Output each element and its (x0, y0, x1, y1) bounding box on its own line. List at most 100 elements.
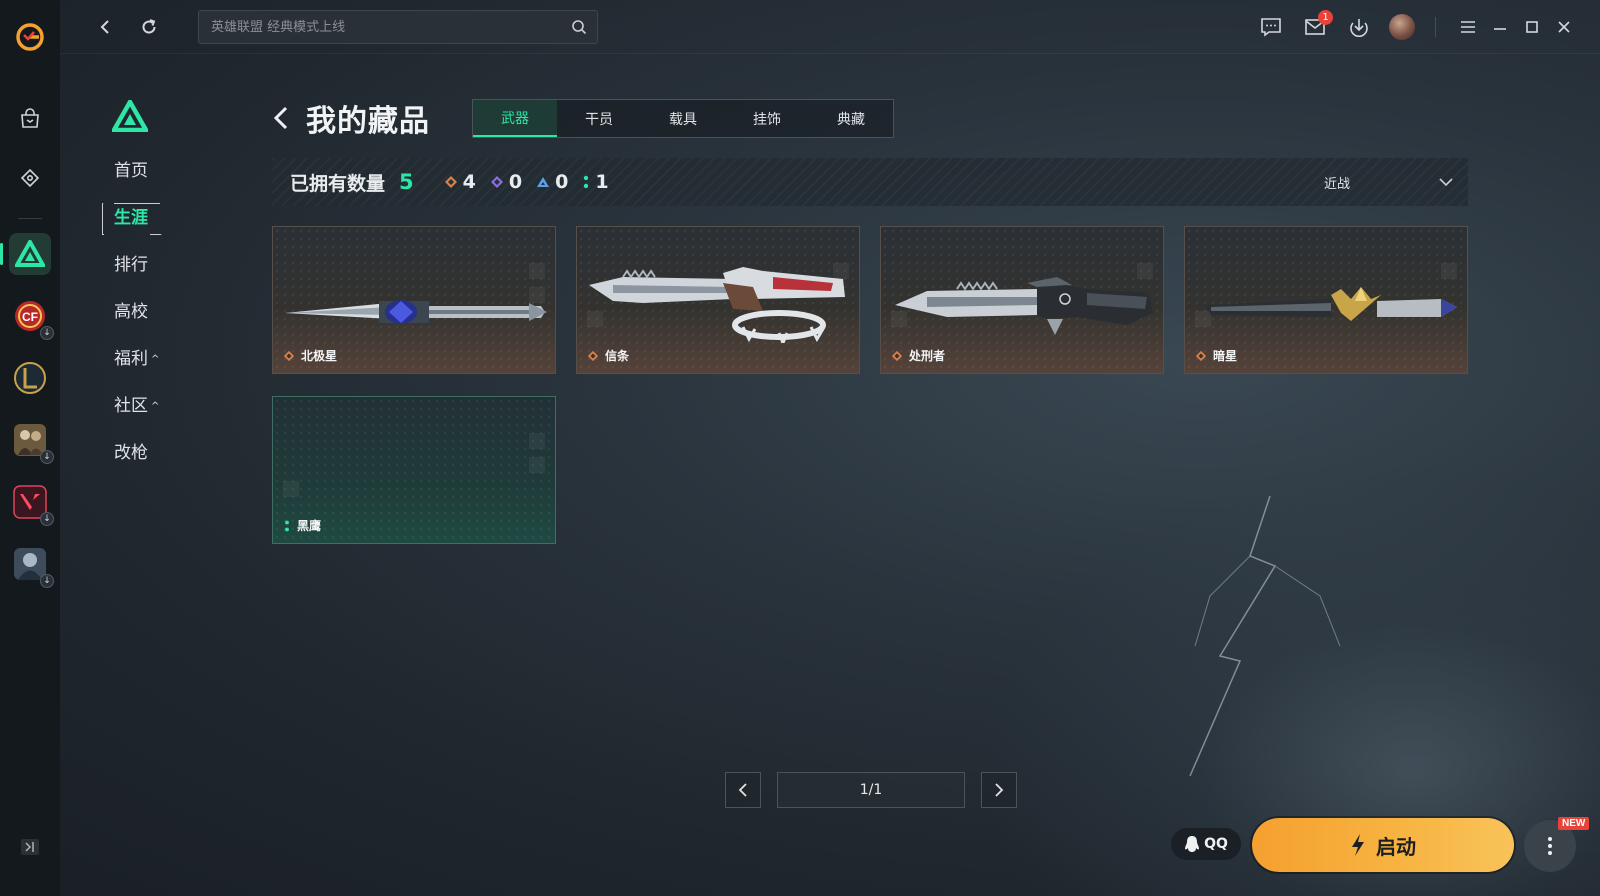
subnav-item-gunsmith[interactable]: 改枪 (102, 438, 160, 468)
subnav-item-career[interactable]: 生涯 (102, 203, 160, 233)
toolbar-divider (1435, 17, 1436, 37)
download-badge-icon: ↓ (40, 326, 54, 340)
owned-count-label: 已拥有数量 (290, 172, 386, 195)
knife-image (285, 300, 547, 324)
user-avatar[interactable] (1389, 14, 1415, 40)
game-pubg[interactable]: ↓ (9, 419, 54, 464)
wegame-logo-icon[interactable] (15, 22, 45, 52)
launch-button[interactable]: 启动 (1252, 818, 1514, 872)
subnav-item-community[interactable]: 社区 ^ (102, 391, 171, 421)
tab-charms[interactable]: 挂饰 (725, 100, 809, 137)
game-crossfire[interactable]: CF ↓ (9, 295, 54, 340)
more-vertical-icon (1548, 837, 1552, 855)
qq-login-button[interactable]: QQ (1171, 828, 1241, 860)
category-filter-dropdown[interactable]: 近战 (1304, 158, 1454, 206)
tab-weapons[interactable]: 武器 (473, 100, 557, 137)
decorative-square (529, 457, 545, 473)
knife-image (589, 267, 845, 343)
rail-divider (18, 218, 42, 219)
launch-label: 启动 (1376, 834, 1416, 859)
prev-page-button[interactable] (725, 772, 761, 808)
maximize-icon (1526, 21, 1538, 33)
new-badge: NEW (1558, 817, 1590, 830)
next-page-button[interactable] (981, 772, 1017, 808)
subnav-label: 福利 (114, 349, 148, 369)
rarity-count-premium: 0 (490, 171, 522, 193)
search-box[interactable] (198, 10, 598, 44)
diamond-rarity-icon (1195, 350, 1207, 361)
game-valorant[interactable] (0, 233, 51, 275)
card-label: 黑鹰 (283, 517, 321, 534)
gift-button[interactable] (8, 156, 52, 200)
back-button[interactable] (92, 14, 118, 40)
top-right-controls: 1 (1241, 10, 1578, 41)
filter-selected-value: 近战 (1324, 176, 1351, 192)
chevron-left-icon (100, 20, 109, 34)
download-button[interactable] (1345, 13, 1373, 41)
card-label: 北极星 (283, 347, 337, 364)
rarity-count-exclusive: 4 (444, 171, 476, 193)
rarity-count: 0 (508, 171, 523, 193)
card-label: 暗星 (1195, 347, 1237, 364)
mail-count-badge: 1 (1318, 10, 1333, 25)
close-button[interactable] (1550, 13, 1578, 41)
background-lightning (1189, 495, 1341, 777)
collection-card[interactable]: 黑鹰 (272, 396, 556, 544)
subnav-item-home[interactable]: 首页 (102, 156, 160, 186)
chevron-left-icon (273, 106, 288, 130)
download-badge-icon: ↓ (40, 574, 54, 588)
diamond-rarity-icon (891, 350, 903, 361)
page-back-button[interactable] (272, 103, 296, 133)
subnav-item-college[interactable]: 高校 (102, 297, 160, 327)
minimize-icon (1494, 28, 1506, 30)
refresh-button[interactable] (136, 14, 162, 40)
collection-card[interactable]: 暗星 (1184, 226, 1468, 374)
chevron-left-icon (738, 783, 747, 797)
maximize-button[interactable] (1518, 13, 1546, 41)
subnav-label: 排行 (114, 255, 148, 275)
search-icon[interactable] (571, 19, 587, 35)
qq-label: QQ (1204, 836, 1228, 852)
diamond-rarity-icon (283, 350, 295, 361)
minimize-button[interactable] (1486, 13, 1514, 41)
subnav-label: 高校 (114, 302, 148, 322)
tab-collection[interactable]: 典藏 (809, 100, 893, 137)
item-name: 黑鹰 (297, 519, 322, 533)
tab-vehicles[interactable]: 载具 (641, 100, 725, 137)
mail-button[interactable]: 1 (1301, 10, 1333, 41)
game-valorant-alt[interactable]: ↓ (9, 481, 54, 526)
chevron-up-icon: ^ (151, 401, 160, 412)
close-icon (1558, 21, 1570, 33)
game-league-of-legends[interactable] (9, 357, 51, 399)
tab-agents[interactable]: 干员 (557, 100, 641, 137)
rarity-count-select: 1 (582, 171, 609, 193)
triangle-rarity-icon (537, 177, 550, 187)
ownership-stats-bar: 已拥有数量 5 4 0 0 1 近战 (272, 158, 1468, 206)
game-naraka[interactable]: ↓ (9, 543, 54, 588)
item-name: 信条 (605, 349, 630, 363)
collection-card[interactable]: 北极星 (272, 226, 556, 374)
download-badge-icon: ↓ (40, 512, 54, 526)
store-button[interactable] (8, 96, 52, 140)
subnav-label: 改枪 (114, 443, 148, 463)
expand-sidebar-icon[interactable] (20, 838, 40, 856)
card-label: 处刑者 (891, 347, 945, 364)
item-name: 暗星 (1213, 349, 1238, 363)
subnav-item-welfare[interactable]: 福利 ^ (102, 344, 171, 374)
diamond-rarity-icon (587, 350, 599, 361)
collection-card[interactable]: 信条 (576, 226, 860, 374)
dots-rarity-icon (584, 175, 589, 189)
item-name: 北极星 (301, 349, 338, 363)
download-icon (1350, 19, 1368, 37)
collection-card[interactable]: 处刑者 (880, 226, 1164, 374)
search-input[interactable] (199, 11, 597, 43)
collection-tabs: 武器 干员 载具 挂饰 典藏 (472, 99, 894, 138)
menu-button[interactable] (1454, 13, 1482, 41)
valorant-logo-icon (110, 97, 150, 133)
lightning-icon (1352, 834, 1364, 856)
rarity-count-deluxe: 0 (536, 171, 568, 193)
subnav-item-ranking[interactable]: 排行 (102, 250, 160, 280)
rarity-count: 0 (555, 171, 569, 193)
chat-button[interactable] (1257, 13, 1285, 41)
owned-count-total: 5 (399, 170, 414, 194)
